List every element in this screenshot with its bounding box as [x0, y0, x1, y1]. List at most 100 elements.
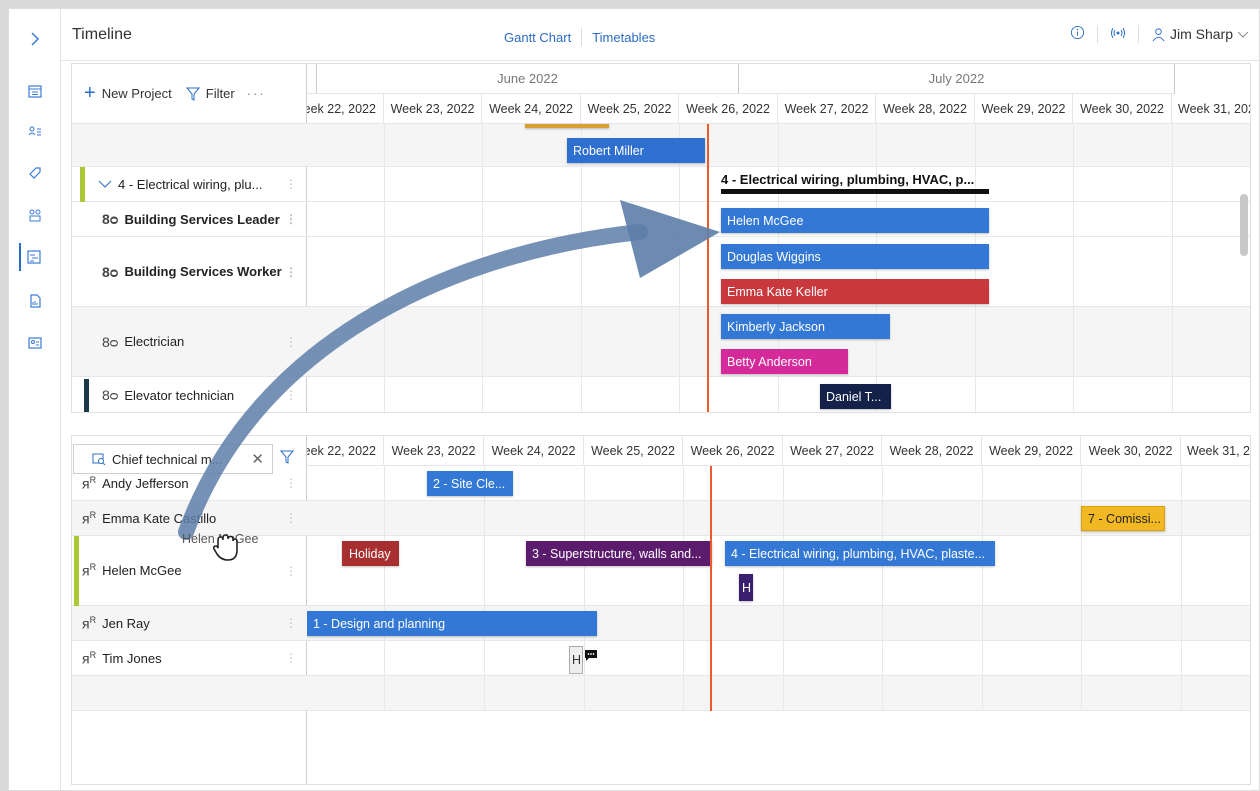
row-menu-icon[interactable]: ⋮: [285, 212, 297, 226]
week-header: Week 25, 2022: [584, 436, 683, 466]
group-icon: 8ᴑ: [102, 263, 119, 280]
person-row[interactable]: ᴙR Tim Jones ⋮: [72, 641, 307, 676]
grid-line: [1172, 124, 1173, 412]
user-menu[interactable]: Jim Sharp: [1151, 26, 1249, 42]
role-label: Elevator technician: [124, 387, 235, 403]
app-window: Timeline Gantt Chart Timetables Jim Shar…: [8, 8, 1260, 791]
project-group-row[interactable]: 4 - Electrical wiring, plu... ⋮: [72, 167, 307, 202]
month-header-june: June 2022: [317, 64, 739, 94]
row-menu-icon[interactable]: ⋮: [285, 265, 297, 279]
tag-icon[interactable]: [21, 159, 49, 187]
row-menu-icon[interactable]: ⋮: [285, 177, 297, 191]
person-row[interactable]: ᴙR Andy Jefferson ⋮: [72, 466, 307, 501]
row-menu-icon[interactable]: ⋮: [285, 388, 297, 402]
row-menu-icon[interactable]: ⋮: [285, 651, 297, 665]
task-bar-helen-mcgee[interactable]: Helen McGee: [721, 208, 989, 233]
timeline-icon[interactable]: [19, 243, 47, 271]
task-bar-superstructure[interactable]: 3 - Superstructure, walls and...: [526, 541, 712, 566]
task-bar-betty-anderson[interactable]: Betty Anderson: [721, 349, 848, 374]
person-row[interactable]: ᴙR Helen McGee ⋮: [72, 536, 307, 606]
grid-line: [783, 466, 784, 711]
report-icon[interactable]: [21, 287, 49, 315]
person-name: Jen Ray: [102, 615, 150, 631]
task-bar-site-clearance[interactable]: 2 - Site Cle...: [427, 471, 513, 496]
info-icon[interactable]: [1070, 25, 1085, 43]
chevron-down-icon[interactable]: [98, 179, 112, 189]
task-bar-emma-kate-keller[interactable]: Emma Kate Keller: [721, 279, 989, 304]
row-menu-icon[interactable]: ⋮: [285, 564, 297, 578]
week-header: Week 28, 2022: [876, 94, 975, 124]
resource-list: + New Project Filter ··· 4 - Electrical …: [72, 64, 307, 412]
month-header-july: July 2022: [739, 64, 1175, 94]
person-name: Tim Jones: [102, 650, 162, 666]
user-name: Jim Sharp: [1169, 26, 1233, 42]
row-menu-icon[interactable]: ⋮: [285, 511, 297, 525]
task-bar-kimberly-jackson[interactable]: Kimberly Jackson: [721, 314, 890, 339]
tab-gantt-chart[interactable]: Gantt Chart: [504, 30, 571, 45]
task-bar-daniel[interactable]: Daniel T...: [820, 384, 891, 409]
week-header: Week 22, 2022: [307, 436, 384, 466]
comment-icon[interactable]: [585, 650, 597, 661]
week-header: Week 24, 2022: [484, 436, 584, 466]
top-right-controls: Jim Sharp: [1070, 25, 1249, 43]
tab-timetables[interactable]: Timetables: [592, 30, 655, 45]
top-bar: Timeline Gantt Chart Timetables Jim Shar…: [61, 9, 1259, 61]
grid-line: [384, 466, 385, 711]
gantt-panel: June 2022 July 2022 Week 22, 2022 Week 2…: [71, 63, 1251, 413]
task-bar-electrical[interactable]: 4 - Electrical wiring, plumbing, HVAC, p…: [725, 541, 995, 566]
filter-button[interactable]: Filter: [206, 86, 235, 101]
week-header: Week 23, 2022: [384, 436, 484, 466]
grid-line: [584, 466, 585, 711]
divider: [1137, 25, 1139, 43]
week-header: Week 30, 2022: [1073, 94, 1172, 124]
role-row-electrician[interactable]: 8ᴑ Electrician ⋮: [72, 307, 307, 377]
filter-icon[interactable]: [185, 87, 200, 101]
plus-icon[interactable]: +: [84, 82, 96, 105]
task-bar-design-planning[interactable]: 1 - Design and planning: [307, 611, 597, 636]
project-summary-label[interactable]: 4 - Electrical wiring, plumbing, HVAC, p…: [721, 172, 989, 187]
more-options-button[interactable]: ···: [247, 86, 266, 101]
gantt-toolbar: + New Project Filter ···: [72, 64, 307, 124]
row-menu-icon[interactable]: ⋮: [285, 476, 297, 490]
project-summary-bar[interactable]: [721, 189, 989, 194]
filter-chip-label: Chief technical m...: [112, 451, 223, 467]
week-header: Week 28, 2022: [882, 436, 982, 466]
resource-grid: Week 22, 2022 Week 23, 2022 Week 24, 202…: [307, 436, 1250, 784]
role-row-worker[interactable]: 8ᴑ Building Services Worker ⋮: [72, 237, 307, 307]
id-card-icon[interactable]: [21, 329, 49, 357]
calendar-icon[interactable]: [21, 77, 49, 105]
tab-divider: [581, 28, 583, 46]
person-row[interactable]: ᴙR Jen Ray ⋮: [72, 606, 307, 641]
person-icon: ᴙR: [82, 562, 97, 579]
person-name: Andy Jefferson: [102, 475, 189, 491]
group-icon: 8ᴑ: [102, 333, 119, 350]
broadcast-icon[interactable]: [1110, 26, 1126, 43]
week-header: Week 31, 2022: [1172, 94, 1250, 124]
task-bar-douglas-wiggins[interactable]: Douglas Wiggins: [721, 244, 989, 269]
grid-line: [882, 466, 883, 711]
filter-icon[interactable]: [280, 450, 294, 464]
role-row-elevator[interactable]: 8ᴑ Elevator technician ⋮: [72, 377, 307, 412]
grid-line: [384, 124, 385, 412]
grid-line: [482, 124, 483, 412]
filter-header: Chief technical m... ✕: [72, 436, 307, 474]
holiday-bar[interactable]: Holiday: [342, 541, 399, 566]
person-row[interactable]: ᴙR Emma Kate Castillo ⋮: [72, 501, 307, 536]
task-bar-small[interactable]: H: [739, 574, 753, 601]
task-bar-small-outlined[interactable]: H: [569, 646, 583, 674]
task-bar-commissioning[interactable]: 7 - Comissi...: [1081, 506, 1165, 531]
resource-panel: Week 22, 2022 Week 23, 2022 Week 24, 202…: [71, 435, 1251, 785]
expand-nav-icon[interactable]: [21, 25, 49, 53]
user-icon: [1152, 27, 1165, 41]
role-row-leader[interactable]: 8ᴑ Building Services Leader ⋮: [72, 202, 307, 237]
row-menu-icon[interactable]: ⋮: [285, 335, 297, 349]
resource-row-empty: [72, 124, 307, 167]
scrollbar[interactable]: [1240, 194, 1248, 256]
team-icon[interactable]: [21, 201, 49, 229]
row-menu-icon[interactable]: ⋮: [285, 616, 297, 630]
resource-list-icon[interactable]: [21, 117, 49, 145]
new-project-button[interactable]: New Project: [102, 86, 172, 101]
task-bar-partial[interactable]: [525, 124, 609, 128]
grid-row: [307, 676, 1250, 711]
task-bar-robert-miller[interactable]: Robert Miller: [567, 138, 705, 163]
